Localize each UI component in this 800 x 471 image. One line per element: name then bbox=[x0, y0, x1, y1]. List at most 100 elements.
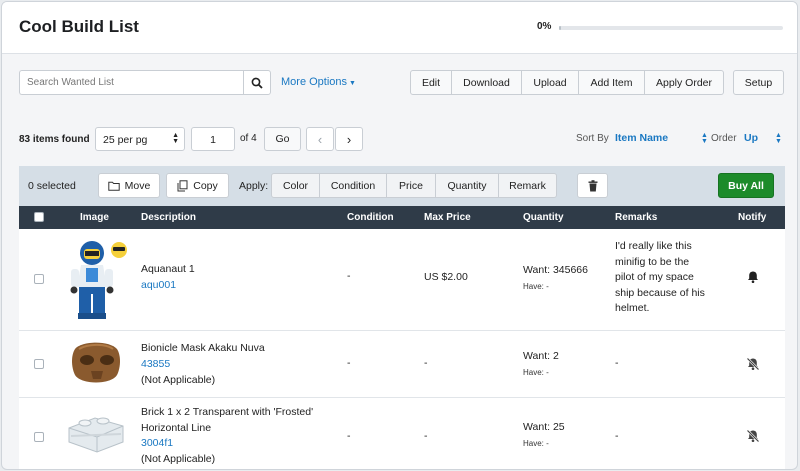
setup-button[interactable]: Setup bbox=[733, 70, 784, 95]
bell-off-icon[interactable] bbox=[746, 429, 760, 443]
select-all-checkbox[interactable] bbox=[34, 212, 44, 222]
minifig-thumbnail bbox=[70, 241, 127, 319]
page-title: Cool Build List bbox=[19, 17, 139, 36]
prev-page-button[interactable]: ‹ bbox=[306, 127, 334, 151]
have-quantity: Have: - bbox=[523, 439, 549, 448]
folder-icon bbox=[107, 181, 120, 191]
bulk-action-bar: 0 selected Move Copy Apply: Color Condit… bbox=[19, 166, 785, 206]
col-remarks[interactable]: Remarks bbox=[615, 212, 657, 223]
progress-percent: 0% bbox=[537, 21, 552, 32]
apply-price-button[interactable]: Price bbox=[387, 173, 436, 198]
per-page-select[interactable]: 25 per pg ▲ ▼ bbox=[95, 127, 185, 151]
chevron-left-icon: ‹ bbox=[317, 131, 323, 147]
apply-color-button[interactable]: Color bbox=[271, 173, 320, 198]
item-number-link[interactable]: aqu001 bbox=[141, 278, 176, 294]
download-button[interactable]: Download bbox=[452, 70, 522, 95]
order-arrows-icon: ▲ ▼ bbox=[775, 132, 782, 145]
search-button[interactable] bbox=[243, 70, 271, 95]
copy-button[interactable]: Copy bbox=[166, 173, 229, 198]
remarks-line: ship because of his bbox=[615, 286, 705, 299]
remarks-line: minifig to be the bbox=[615, 255, 690, 268]
item-subtext: (Not Applicable) bbox=[141, 374, 216, 386]
want-quantity: Want: 2 bbox=[523, 350, 559, 362]
page-header: Cool Build List 0% bbox=[2, 2, 797, 54]
item-name: Bionicle Mask Akaku Nuva bbox=[141, 342, 265, 354]
wanted-list-panel: 83 items found 25 per pg ▲ ▼ 1 of 4 Go ‹ ›… bbox=[19, 114, 785, 469]
brick-thumbnail bbox=[68, 417, 124, 453]
page-count: of 4 bbox=[240, 133, 257, 144]
edit-button[interactable]: Edit bbox=[410, 70, 452, 95]
app-window: Cool Build List 0% More Options▼ Edit Do… bbox=[1, 1, 798, 470]
want-quantity: Want: 345666 bbox=[523, 264, 588, 276]
have-quantity: Have: - bbox=[523, 282, 549, 291]
apply-buttons-group: Color Condition Price Quantity Remark bbox=[271, 173, 557, 198]
bell-off-icon[interactable] bbox=[746, 357, 760, 371]
copy-label: Copy bbox=[193, 179, 218, 192]
more-options-label: More Options bbox=[281, 76, 348, 88]
col-image: Image bbox=[80, 212, 109, 223]
row-checkbox[interactable] bbox=[34, 359, 44, 369]
remarks-text: - bbox=[615, 357, 619, 369]
page-number-input[interactable]: 1 bbox=[191, 127, 235, 151]
next-page-button[interactable]: › bbox=[335, 127, 363, 151]
col-description[interactable]: Description bbox=[141, 212, 196, 223]
apply-label: Apply: bbox=[239, 180, 269, 192]
order-select[interactable]: Up bbox=[744, 132, 758, 144]
item-number-link[interactable]: 3004f1 bbox=[141, 436, 173, 452]
trash-icon bbox=[588, 179, 597, 191]
apply-order-button[interactable]: Apply Order bbox=[645, 70, 724, 95]
condition-value: - bbox=[347, 270, 351, 282]
item-name-line: Horizontal Line bbox=[141, 421, 212, 434]
condition-value: - bbox=[347, 357, 351, 369]
magnifier-icon bbox=[251, 77, 263, 89]
more-options-link[interactable]: More Options ▼ bbox=[281, 76, 356, 88]
max-price-value: - bbox=[424, 430, 428, 442]
per-page-value: 25 per pg bbox=[103, 134, 148, 146]
sort-arrows-icon: ▲ ▼ bbox=[701, 132, 708, 145]
table-header: Image Description Condition Max Price Qu… bbox=[19, 206, 785, 229]
row-checkbox[interactable] bbox=[34, 432, 44, 442]
list-actions-group: Edit Download Upload Add Item Apply Orde… bbox=[410, 70, 724, 95]
buy-all-button[interactable]: Buy All bbox=[718, 173, 774, 198]
apply-quantity-button[interactable]: Quantity bbox=[436, 173, 499, 198]
item-subtext: (Not Applicable) bbox=[141, 453, 216, 465]
selected-count: 0 selected bbox=[28, 180, 76, 192]
remarks-line: pilot of my space bbox=[615, 271, 694, 283]
max-price-value: - bbox=[424, 357, 428, 369]
apply-condition-button[interactable]: Condition bbox=[320, 173, 387, 198]
col-condition[interactable]: Condition bbox=[347, 212, 394, 223]
want-quantity: Want: 25 bbox=[523, 421, 565, 433]
move-button[interactable]: Move bbox=[98, 173, 160, 198]
chevron-right-icon: › bbox=[346, 131, 352, 147]
col-max-price[interactable]: Max Price bbox=[424, 212, 471, 223]
apply-remark-button[interactable]: Remark bbox=[499, 173, 557, 198]
move-label: Move bbox=[124, 179, 151, 192]
item-name: Aquanaut 1 bbox=[141, 263, 195, 275]
upload-button[interactable]: Upload bbox=[522, 70, 579, 95]
col-quantity[interactable]: Quantity bbox=[523, 212, 564, 223]
items-found-count: 83 items found bbox=[19, 134, 90, 145]
condition-value: - bbox=[347, 430, 351, 442]
mask-thumbnail bbox=[72, 342, 120, 383]
remarks-text: I'd really like this minifig to be the p… bbox=[615, 239, 705, 317]
select-arrows-icon: ▲ ▼ bbox=[172, 132, 179, 145]
add-item-button[interactable]: Add Item bbox=[579, 70, 645, 95]
table-row: Aquanaut 1 aqu001 - US $2.00 Want: 34566… bbox=[19, 229, 785, 331]
item-number-link[interactable]: 43855 bbox=[141, 357, 170, 373]
remarks-line: helmet. bbox=[615, 302, 650, 314]
item-name: Brick 1 x 2 Transparent with 'Frosted' H… bbox=[141, 405, 313, 436]
progress-bar bbox=[559, 26, 783, 30]
copy-icon bbox=[177, 179, 188, 191]
delete-button[interactable] bbox=[577, 173, 608, 198]
sort-by-label: Sort By bbox=[576, 133, 609, 144]
row-checkbox[interactable] bbox=[34, 274, 44, 284]
progress-fill bbox=[559, 26, 562, 30]
go-button[interactable]: Go bbox=[264, 127, 301, 151]
bell-on-icon[interactable] bbox=[746, 270, 760, 284]
sort-by-select[interactable]: Item Name bbox=[615, 132, 668, 144]
search-input[interactable] bbox=[19, 70, 244, 95]
caret-down-icon: ▼ bbox=[349, 80, 356, 87]
table-row: Brick 1 x 2 Transparent with 'Frosted' H… bbox=[19, 398, 785, 469]
remarks-text: - bbox=[615, 430, 619, 442]
col-notify[interactable]: Notify bbox=[738, 212, 766, 223]
